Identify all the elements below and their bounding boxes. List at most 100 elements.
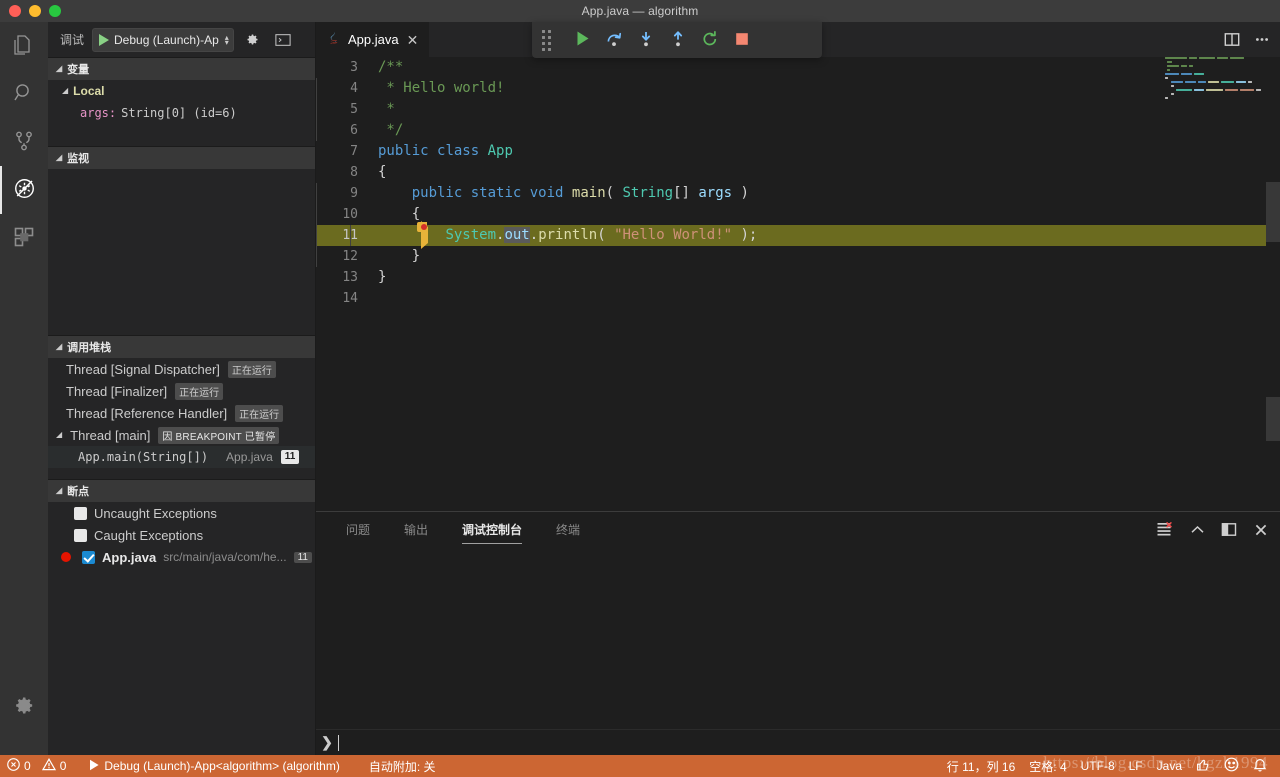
breakpoint-row-uncaught[interactable]: Uncaught Exceptions [48, 502, 316, 524]
status-debug-session[interactable]: Debug (Launch)-App<algorithm> (algorithm… [73, 755, 346, 777]
call-stack-pane: ◢ 调用堆栈 Thread [Signal Dispatcher] 正在运行 T… [48, 335, 316, 479]
call-stack-pane-header[interactable]: ◢ 调用堆栈 [48, 336, 316, 358]
open-debug-console-button[interactable] [272, 29, 294, 51]
chevron-right-icon: ❯ [321, 734, 333, 750]
vscode-window: App.java — algorithm 调试 Debug (Launch)-A… [0, 0, 1280, 777]
run-and-debug-icon [12, 176, 37, 204]
scrollbar-thumb[interactable] [1266, 182, 1280, 242]
stop-button[interactable] [726, 25, 758, 55]
code-editor[interactable]: 3 /** 4 * Hello world! 5 * 6 */ 7 public… [316, 57, 1280, 511]
clear-console-icon[interactable] [1154, 519, 1176, 541]
status-encoding[interactable]: UTF-8 [1074, 755, 1122, 777]
code-token: void [529, 185, 572, 201]
files-explorer-icon [12, 33, 36, 60]
debug-console-input[interactable]: ❯ [316, 729, 1280, 755]
breakpoints-pane-header[interactable]: ◢ 断点 [48, 480, 316, 502]
close-icon[interactable] [1250, 519, 1272, 541]
variable-scope-row[interactable]: ◢ Local [48, 80, 316, 102]
call-stack-thread-row[interactable]: Thread [Signal Dispatcher] 正在运行 [48, 358, 316, 380]
code-token: */ [378, 122, 404, 138]
call-stack-frame-row[interactable]: App.main(String[]) App.java 11 [48, 446, 316, 468]
code-token: [] [673, 185, 699, 201]
call-stack-thread-row-main[interactable]: ◢ Thread [main] 因 BREAKPOINT 已暂停 [48, 424, 316, 446]
activity-item-explorer[interactable] [0, 22, 48, 70]
step-into-button[interactable] [630, 25, 662, 55]
play-icon[interactable] [99, 33, 110, 46]
step-over-button[interactable] [598, 25, 630, 55]
code-token: ( [605, 185, 623, 201]
variable-row[interactable]: args: String[0] (id=6) [48, 102, 316, 124]
status-problems[interactable]: 0 0 [0, 755, 73, 777]
activity-item-extensions[interactable] [0, 214, 48, 262]
variables-pane-header[interactable]: ◢ 变量 [48, 58, 316, 80]
code-line: 4 * Hello world! [316, 78, 1280, 99]
breakpoint-checkbox[interactable] [74, 506, 87, 520]
chevron-updown-icon[interactable]: ▴ ▾ [224, 33, 229, 46]
tab-problems[interactable]: 问题 [336, 512, 380, 547]
breakpoint-checkbox[interactable] [74, 528, 87, 542]
watch-pane-header[interactable]: ◢ 监视 [48, 147, 316, 169]
code-lines: 3 /** 4 * Hello world! 5 * 6 */ 7 public… [316, 57, 1280, 309]
editor-scrollbar[interactable] [1266, 57, 1280, 511]
split-editor-icon[interactable] [1218, 26, 1246, 54]
status-cursor-position[interactable]: 行 11，列 16 [940, 755, 1022, 777]
status-feedback[interactable] [1189, 755, 1217, 777]
minimap[interactable] [1162, 57, 1266, 511]
debug-settings-button[interactable] [242, 29, 264, 51]
more-actions-icon[interactable] [1248, 26, 1276, 54]
call-stack-pane-body: Thread [Signal Dispatcher] 正在运行 Thread [… [48, 358, 316, 479]
editor-tab-bar: App.java ✕ [316, 22, 1280, 58]
activity-item-search[interactable] [0, 70, 48, 118]
code-token: } [378, 269, 387, 285]
drag-handle-icon[interactable] [542, 29, 560, 51]
breakpoint-label: Caught Exceptions [94, 527, 204, 543]
language-label: Java [1156, 759, 1182, 773]
scrollbar-thumb[interactable] [1266, 397, 1280, 441]
editor-tab-app-java[interactable]: App.java ✕ [316, 22, 431, 57]
call-stack-thread-row[interactable]: Thread [Reference Handler] 正在运行 [48, 402, 316, 424]
chevron-down-icon: ◢ [62, 85, 69, 95]
close-icon[interactable]: ✕ [407, 33, 419, 47]
status-auto-attach[interactable]: 自动附加: 关 [347, 755, 443, 777]
launch-configuration-select[interactable]: Debug (Launch)-Ap ▴ ▾ [92, 27, 234, 52]
continue-button[interactable] [566, 25, 598, 55]
breakpoint-row-caught[interactable]: Caught Exceptions [48, 524, 316, 546]
status-smiley[interactable] [1217, 755, 1246, 777]
activity-item-source-control[interactable] [0, 118, 48, 166]
maximize-panel-icon[interactable] [1218, 519, 1240, 541]
call-stack-thread-row[interactable]: Thread [Finalizer] 正在运行 [48, 380, 316, 402]
activity-item-run-and-debug[interactable] [0, 166, 48, 214]
code-token: . [529, 227, 539, 243]
line-content: System.out.println( "Hello World!" ); [316, 225, 1280, 246]
line-content: /** [378, 57, 1280, 78]
thumbs-up-icon [1196, 758, 1210, 775]
code-token: ); [732, 227, 758, 243]
tab-terminal[interactable]: 终端 [546, 512, 590, 547]
line-content: } [316, 246, 1280, 267]
watch-pane-body[interactable] [48, 169, 316, 335]
status-notifications[interactable] [1246, 755, 1274, 777]
status-bar: 0 0 Debug (Launch)-App<algorithm> (algor… [0, 753, 1280, 777]
tab-debug-console[interactable]: 调试控制台 [452, 512, 532, 547]
code-token: public [378, 143, 438, 159]
status-language-mode[interactable]: Java [1150, 755, 1189, 777]
java-file-icon [327, 31, 340, 49]
step-out-button[interactable] [662, 25, 694, 55]
step-over-icon [605, 30, 623, 51]
status-indentation[interactable]: 空格: 4 [1022, 755, 1073, 777]
status-eol[interactable]: LF [1122, 755, 1150, 777]
debug-panel-title: 调试 [60, 33, 85, 47]
minimap-line [1162, 65, 1266, 68]
restart-button[interactable] [694, 25, 726, 55]
line-number: 13 [342, 270, 358, 285]
panel-tab-label: 终端 [556, 523, 581, 537]
tab-output[interactable]: 输出 [394, 512, 438, 547]
chevron-up-icon[interactable] [1186, 519, 1208, 541]
breakpoint-row-source[interactable]: App.java src/main/java/com/he... 11 [48, 546, 316, 568]
code-token-selection: out [504, 227, 530, 243]
editor-tab-label: App.java [348, 32, 399, 47]
editor-tab-actions [1218, 22, 1276, 57]
line-content: */ [316, 120, 1280, 141]
breakpoint-checkbox[interactable] [82, 550, 95, 564]
activity-item-manage[interactable] [0, 683, 48, 731]
